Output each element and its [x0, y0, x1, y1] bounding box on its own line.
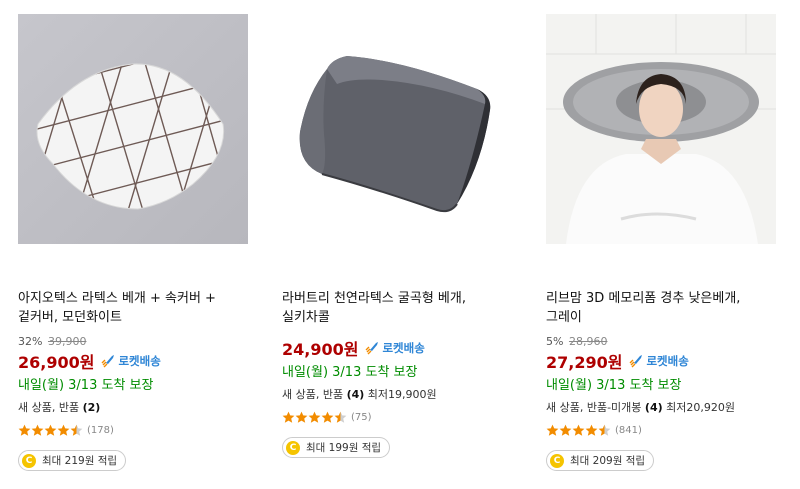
star-icon: [282, 411, 295, 423]
seller-count: (4): [346, 388, 365, 401]
reward-label: 최대 199원 적립: [306, 442, 382, 454]
original-price: 39,900: [47, 335, 87, 348]
coin-icon: C: [550, 453, 564, 468]
seller-count: (2): [82, 401, 101, 414]
product-image[interactable]: [546, 14, 776, 244]
reward-badge: C 최대 199원 적립: [282, 437, 391, 458]
condition-label: 새 상품, 반품-미개봉: [546, 401, 645, 414]
discount-rate: 32%: [18, 335, 43, 348]
product-title[interactable]: 라버트리 천연라텍스 굴곡형 베개, 실키차콜: [282, 289, 512, 327]
review-count: (178): [87, 424, 114, 436]
discount-line: 32% 39,900: [18, 335, 248, 349]
rating: (841): [546, 422, 776, 438]
product-card[interactable]: 아지오텍스 라텍스 베개 + 속커버 + 겉커버, 모던화이트 32% 39,9…: [18, 14, 248, 471]
product-title[interactable]: 아지오텍스 라텍스 베개 + 속커버 + 겉커버, 모던화이트: [18, 289, 248, 327]
condition-info: 새 상품, 반품 (2): [18, 400, 248, 416]
star-icon: [598, 424, 611, 436]
rocket-label: 로켓배송: [118, 354, 161, 368]
condition-label: 새 상품, 반품: [18, 401, 83, 414]
star-icon: [31, 424, 44, 436]
star-icon: [308, 411, 321, 423]
rocket-icon: [365, 342, 379, 355]
reward-badge: C 최대 209원 적립: [546, 450, 655, 471]
reward-label: 최대 209원 적립: [570, 455, 646, 467]
arrival-guarantee: 내일(월) 3/13 도착 보장: [546, 378, 682, 393]
star-icon: [546, 424, 559, 436]
rating: (75): [282, 409, 512, 425]
condition-label: 새 상품, 반품: [282, 388, 347, 401]
discount-line: 5% 28,960: [546, 335, 776, 349]
rocket-icon: [101, 355, 115, 368]
lowest-price: 최저19,900원: [364, 388, 437, 401]
product-title[interactable]: 리브맘 3D 메모리폼 경추 낮은베개, 그레이: [546, 289, 776, 327]
seller-count: (4): [644, 401, 663, 414]
rocket-label: 로켓배송: [382, 341, 425, 355]
review-count: (841): [615, 424, 642, 436]
product-image[interactable]: [18, 14, 248, 244]
sale-price: 27,290원: [546, 353, 623, 372]
rocket-delivery-badge: 로켓배송: [100, 353, 161, 369]
rocket-icon: [629, 355, 643, 368]
arrival-guarantee: 내일(월) 3/13 도착 보장: [282, 365, 418, 380]
star-icon: [57, 424, 70, 436]
coin-icon: C: [22, 453, 36, 468]
condition-info: 새 상품, 반품-미개봉 (4) 최저20,920원: [546, 400, 776, 416]
product-card[interactable]: 라버트리 천연라텍스 굴곡형 베개, 실키차콜 24,900원 로켓배송 내일(…: [282, 14, 512, 458]
star-icon: [295, 411, 308, 423]
rating: (178): [18, 422, 248, 438]
rocket-delivery-badge: 로켓배송: [364, 340, 425, 356]
reward-badge: C 최대 219원 적립: [18, 450, 127, 471]
sale-price: 24,900원: [282, 340, 359, 359]
star-icon: [572, 424, 585, 436]
star-rating: [282, 411, 347, 424]
condition-info: 새 상품, 반품 (4) 최저19,900원: [282, 387, 512, 403]
star-rating: [546, 424, 611, 437]
star-icon: [585, 424, 598, 436]
original-price: 28,960: [568, 335, 608, 348]
rocket-label: 로켓배송: [646, 354, 689, 368]
star-icon: [70, 424, 83, 436]
coin-icon: C: [286, 440, 300, 455]
rocket-delivery-badge: 로켓배송: [628, 353, 689, 369]
product-card[interactable]: 리브맘 3D 메모리폼 경추 낮은베개, 그레이 5% 28,960 27,29…: [546, 14, 776, 471]
review-count: (75): [351, 411, 372, 423]
discount-rate: 5%: [546, 335, 564, 348]
star-icon: [321, 411, 334, 423]
sale-price: 26,900원: [18, 353, 95, 372]
arrival-guarantee: 내일(월) 3/13 도착 보장: [18, 378, 154, 393]
product-image[interactable]: [282, 14, 512, 244]
star-icon: [44, 424, 57, 436]
star-icon: [18, 424, 31, 436]
star-rating: [18, 424, 83, 437]
star-icon: [559, 424, 572, 436]
lowest-price: 최저20,920원: [662, 401, 735, 414]
reward-label: 최대 219원 적립: [42, 455, 118, 467]
star-icon: [334, 411, 347, 423]
